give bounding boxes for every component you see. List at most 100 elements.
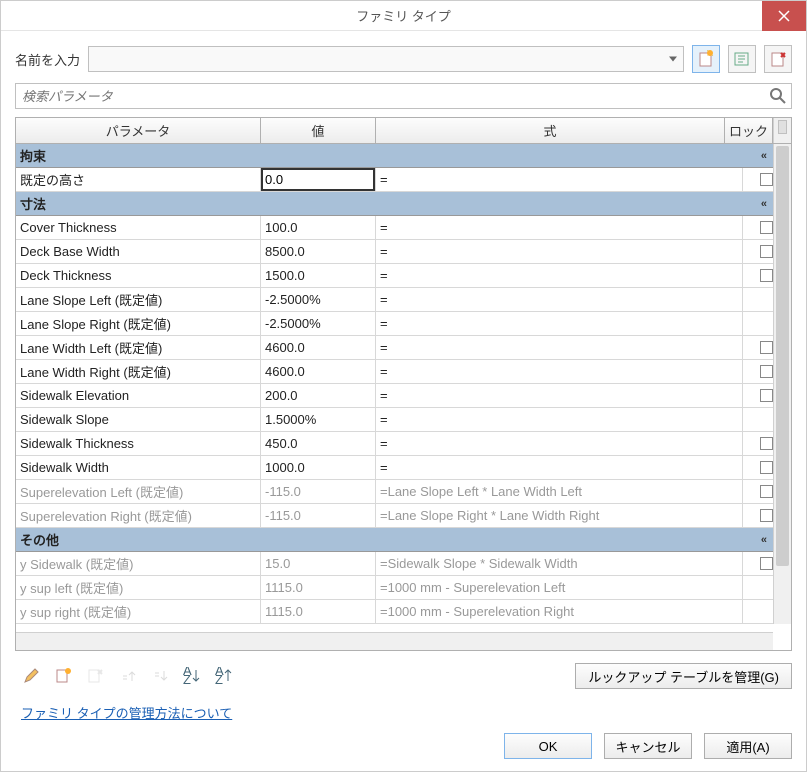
value-cell[interactable]: 4600.0 — [261, 360, 376, 383]
sort-desc-button[interactable]: AZ — [213, 665, 235, 687]
table-row[interactable]: Sidewalk Width1000.0= — [16, 456, 791, 480]
param-name-cell[interactable]: Lane Slope Right (既定値) — [16, 312, 261, 335]
value-cell[interactable]: -2.5000% — [261, 312, 376, 335]
formula-cell[interactable]: =Lane Slope Right * Lane Width Right — [376, 504, 743, 527]
collapse-icon[interactable]: « — [761, 198, 767, 210]
param-name-cell[interactable]: Deck Thickness — [16, 264, 261, 287]
apply-button[interactable]: 適用(A) — [704, 733, 792, 759]
param-name-cell[interactable]: Sidewalk Slope — [16, 408, 261, 431]
group-header[interactable]: その他« — [16, 528, 791, 552]
formula-cell[interactable]: = — [376, 432, 743, 455]
formula-cell[interactable]: = — [376, 288, 743, 311]
value-cell[interactable] — [261, 168, 376, 191]
table-row[interactable]: 既定の高さ = — [16, 168, 791, 192]
table-row[interactable]: Deck Thickness1500.0= — [16, 264, 791, 288]
move-down-button[interactable] — [149, 665, 171, 687]
table-row[interactable]: Sidewalk Thickness450.0= — [16, 432, 791, 456]
close-button[interactable] — [762, 1, 806, 31]
value-cell[interactable]: 200.0 — [261, 384, 376, 407]
search-input[interactable] — [15, 83, 792, 109]
formula-cell[interactable]: = — [376, 456, 743, 479]
new-param-button[interactable] — [53, 665, 75, 687]
param-name-cell[interactable]: Sidewalk Width — [16, 456, 261, 479]
formula-cell[interactable]: = — [376, 168, 743, 191]
table-row[interactable]: Deck Base Width8500.0= — [16, 240, 791, 264]
param-name-cell[interactable]: Sidewalk Elevation — [16, 384, 261, 407]
formula-cell[interactable]: = — [376, 264, 743, 287]
value-cell[interactable]: 450.0 — [261, 432, 376, 455]
value-cell[interactable]: 1500.0 — [261, 264, 376, 287]
table-row[interactable]: Sidewalk Slope1.5000%= — [16, 408, 791, 432]
formula-cell[interactable]: = — [376, 336, 743, 359]
collapse-icon[interactable]: « — [761, 150, 767, 162]
table-row[interactable]: Cover Thickness100.0= — [16, 216, 791, 240]
formula-cell[interactable]: = — [376, 384, 743, 407]
lock-checkbox[interactable] — [760, 221, 773, 234]
param-name-cell[interactable]: Superelevation Left (既定値) — [16, 480, 261, 503]
table-row[interactable]: y sup right (既定値)1115.0=1000 mm - Supere… — [16, 600, 791, 624]
formula-cell[interactable]: =Sidewalk Slope * Sidewalk Width — [376, 552, 743, 575]
formula-cell[interactable]: = — [376, 312, 743, 335]
formula-cell[interactable]: =1000 mm - Superelevation Left — [376, 576, 743, 599]
param-name-cell[interactable]: y Sidewalk (既定値) — [16, 552, 261, 575]
formula-cell[interactable]: = — [376, 408, 743, 431]
value-cell[interactable]: 1.5000% — [261, 408, 376, 431]
lock-checkbox[interactable] — [760, 245, 773, 258]
sort-asc-button[interactable]: AZ — [181, 665, 203, 687]
value-cell[interactable]: 8500.0 — [261, 240, 376, 263]
formula-cell[interactable]: = — [376, 216, 743, 239]
value-cell[interactable]: -2.5000% — [261, 288, 376, 311]
formula-cell[interactable]: = — [376, 360, 743, 383]
table-row[interactable]: y sup left (既定値)1115.0=1000 mm - Superel… — [16, 576, 791, 600]
table-row[interactable]: Superelevation Right (既定値)-115.0=Lane Sl… — [16, 504, 791, 528]
param-name-cell[interactable]: Superelevation Right (既定値) — [16, 504, 261, 527]
col-value[interactable]: 値 — [261, 118, 376, 143]
new-type-button[interactable] — [692, 45, 720, 73]
col-lock[interactable]: ロック — [725, 118, 773, 143]
table-row[interactable]: y Sidewalk (既定値)15.0=Sidewalk Slope * Si… — [16, 552, 791, 576]
param-name-cell[interactable]: 既定の高さ — [16, 168, 261, 191]
search-icon[interactable] — [768, 86, 788, 106]
formula-cell[interactable]: =Lane Slope Left * Lane Width Left — [376, 480, 743, 503]
value-cell[interactable]: 1115.0 — [261, 600, 376, 623]
collapse-icon[interactable]: « — [761, 534, 767, 546]
table-row[interactable]: Superelevation Left (既定値)-115.0=Lane Slo… — [16, 480, 791, 504]
delete-type-button[interactable] — [764, 45, 792, 73]
table-row[interactable]: Sidewalk Elevation200.0= — [16, 384, 791, 408]
param-name-cell[interactable]: Lane Width Right (既定値) — [16, 360, 261, 383]
lock-checkbox[interactable] — [760, 485, 773, 498]
value-cell[interactable]: 1115.0 — [261, 576, 376, 599]
lock-checkbox[interactable] — [760, 341, 773, 354]
param-name-cell[interactable]: Deck Base Width — [16, 240, 261, 263]
col-parameter[interactable]: パラメータ — [16, 118, 261, 143]
table-row[interactable]: Lane Slope Right (既定値)-2.5000%= — [16, 312, 791, 336]
value-cell[interactable]: 4600.0 — [261, 336, 376, 359]
param-name-cell[interactable]: y sup left (既定値) — [16, 576, 261, 599]
lock-checkbox[interactable] — [760, 509, 773, 522]
value-cell[interactable]: 100.0 — [261, 216, 376, 239]
delete-param-button[interactable] — [85, 665, 107, 687]
col-formula[interactable]: 式 — [376, 118, 725, 143]
manage-lookup-button[interactable]: ルックアップ テーブルを管理(G) — [575, 663, 792, 689]
help-link[interactable]: ファミリ タイプの管理方法について — [21, 706, 232, 721]
lock-checkbox[interactable] — [760, 461, 773, 474]
lock-checkbox[interactable] — [760, 173, 773, 186]
lock-checkbox[interactable] — [760, 365, 773, 378]
move-up-button[interactable] — [117, 665, 139, 687]
param-name-cell[interactable]: Lane Slope Left (既定値) — [16, 288, 261, 311]
param-name-cell[interactable]: Lane Width Left (既定値) — [16, 336, 261, 359]
rename-type-button[interactable] — [728, 45, 756, 73]
cancel-button[interactable]: キャンセル — [604, 733, 692, 759]
value-cell[interactable]: 15.0 — [261, 552, 376, 575]
value-cell[interactable]: -115.0 — [261, 480, 376, 503]
formula-cell[interactable]: = — [376, 240, 743, 263]
horizontal-scrollbar[interactable] — [16, 632, 773, 650]
param-name-cell[interactable]: y sup right (既定値) — [16, 600, 261, 623]
table-row[interactable]: Lane Slope Left (既定値)-2.5000%= — [16, 288, 791, 312]
lock-checkbox[interactable] — [760, 269, 773, 282]
ok-button[interactable]: OK — [504, 733, 592, 759]
param-name-cell[interactable]: Cover Thickness — [16, 216, 261, 239]
type-dropdown[interactable] — [88, 46, 684, 72]
table-row[interactable]: Lane Width Left (既定値)4600.0= — [16, 336, 791, 360]
edit-param-button[interactable] — [21, 665, 43, 687]
